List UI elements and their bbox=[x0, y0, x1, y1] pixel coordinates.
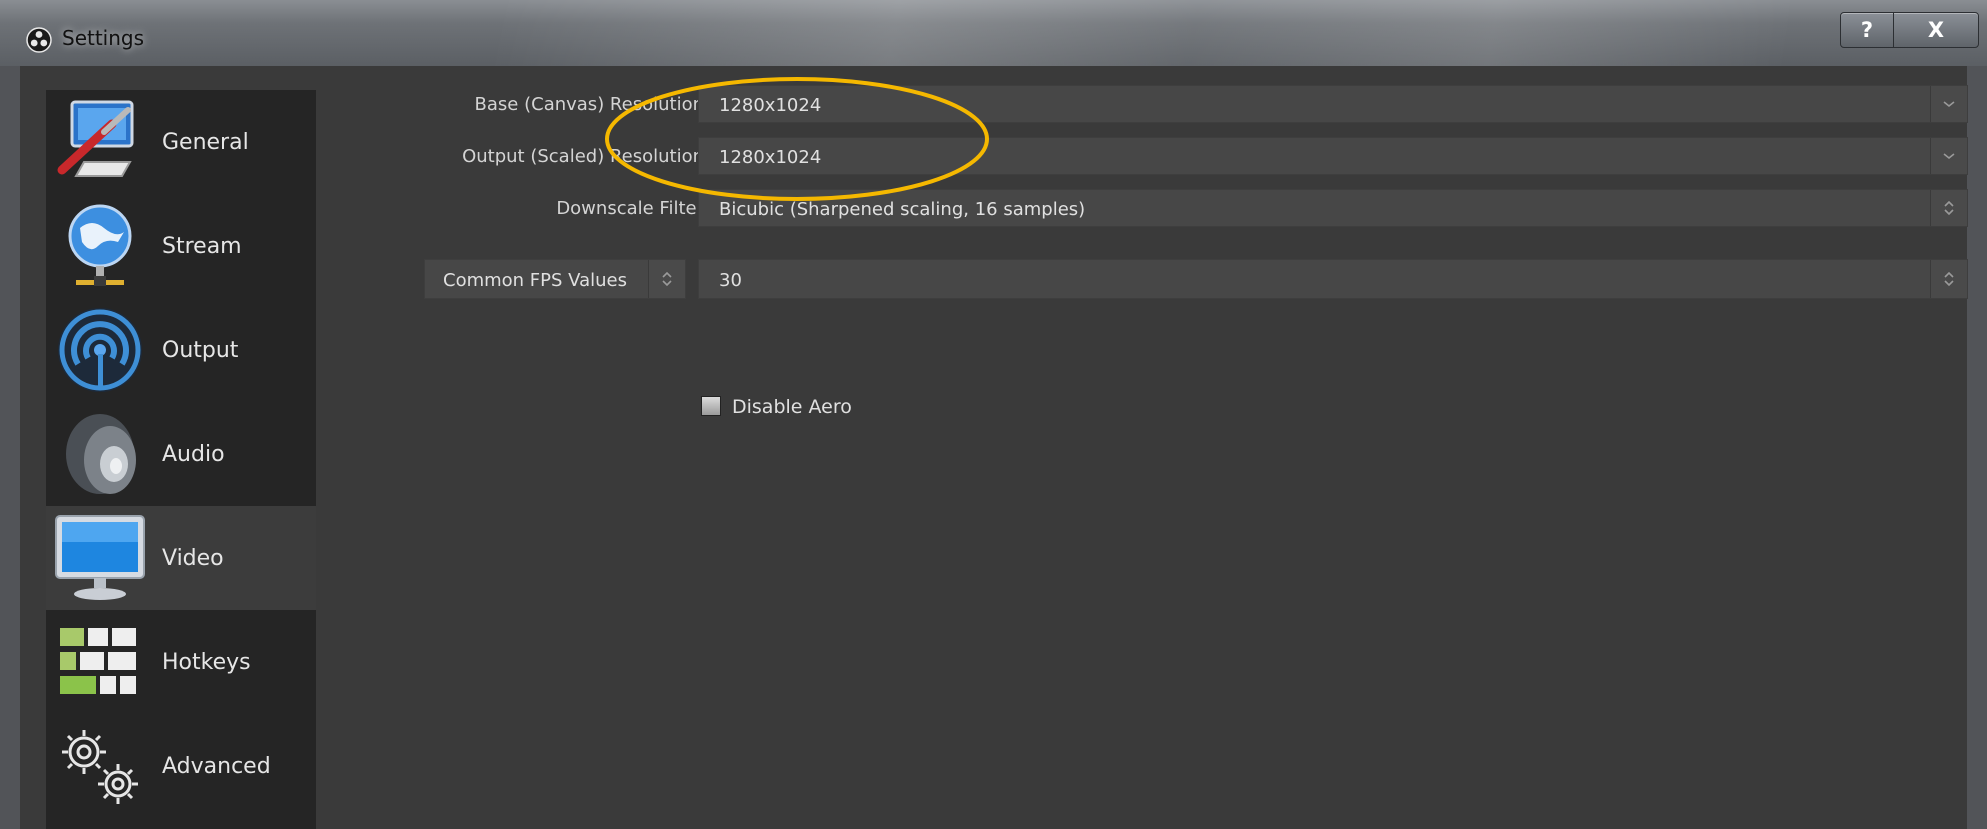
sidebar-item-audio[interactable]: Audio bbox=[46, 402, 316, 506]
sidebar-item-label: Audio bbox=[162, 441, 225, 467]
broadcast-signal-icon bbox=[58, 308, 142, 392]
keyboard-icon bbox=[60, 628, 136, 694]
sidebar-item-advanced[interactable]: Advanced bbox=[46, 714, 316, 818]
fps-value-combo[interactable]: 30 bbox=[698, 259, 1968, 299]
general-settings-icon bbox=[57, 100, 134, 177]
sidebar-item-hotkeys[interactable]: Hotkeys bbox=[46, 610, 316, 714]
updown-arrows-icon[interactable] bbox=[648, 260, 685, 298]
sidebar-item-stream[interactable]: Stream bbox=[46, 194, 316, 298]
highlight-annotation bbox=[605, 77, 989, 201]
settings-sidebar: General Stream Output Audio Video Hotkey… bbox=[46, 90, 316, 829]
sidebar-item-label: Hotkeys bbox=[162, 649, 251, 675]
fps-type-select[interactable]: Common FPS Values bbox=[424, 259, 686, 299]
sidebar-item-label: Stream bbox=[162, 233, 242, 259]
chevron-down-icon[interactable] bbox=[1930, 138, 1967, 174]
monitor-icon bbox=[55, 515, 145, 600]
title-bar[interactable]: Settings ? X bbox=[0, 0, 1987, 66]
settings-window: Settings ? X General Stream Output Audio… bbox=[0, 0, 1987, 829]
sidebar-item-output[interactable]: Output bbox=[46, 298, 316, 402]
speaker-icon bbox=[66, 414, 136, 494]
globe-network-icon bbox=[68, 204, 132, 286]
sidebar-item-general[interactable]: General bbox=[46, 90, 316, 194]
sidebar-item-label: Output bbox=[162, 337, 239, 363]
chevron-down-icon[interactable] bbox=[1930, 86, 1967, 122]
updown-arrows-icon[interactable] bbox=[1930, 190, 1967, 226]
fps-value: 30 bbox=[719, 270, 742, 291]
disable-aero-label[interactable]: Disable Aero bbox=[732, 396, 852, 418]
disable-aero-checkbox[interactable] bbox=[701, 396, 721, 416]
updown-arrows-icon[interactable] bbox=[1930, 260, 1967, 298]
obs-logo-icon bbox=[26, 27, 52, 53]
settings-content: General Stream Output Audio Video Hotkey… bbox=[20, 66, 1968, 829]
help-button[interactable]: ? bbox=[1840, 12, 1894, 48]
sidebar-item-label: Advanced bbox=[162, 753, 271, 779]
fps-type-value: Common FPS Values bbox=[443, 270, 627, 291]
window-title: Settings bbox=[62, 26, 145, 50]
sidebar-item-video[interactable]: Video bbox=[46, 506, 316, 610]
sidebar-item-label: General bbox=[162, 129, 249, 155]
sidebar-item-label: Video bbox=[162, 545, 224, 571]
close-button[interactable]: X bbox=[1893, 12, 1979, 48]
gears-icon bbox=[62, 730, 138, 804]
